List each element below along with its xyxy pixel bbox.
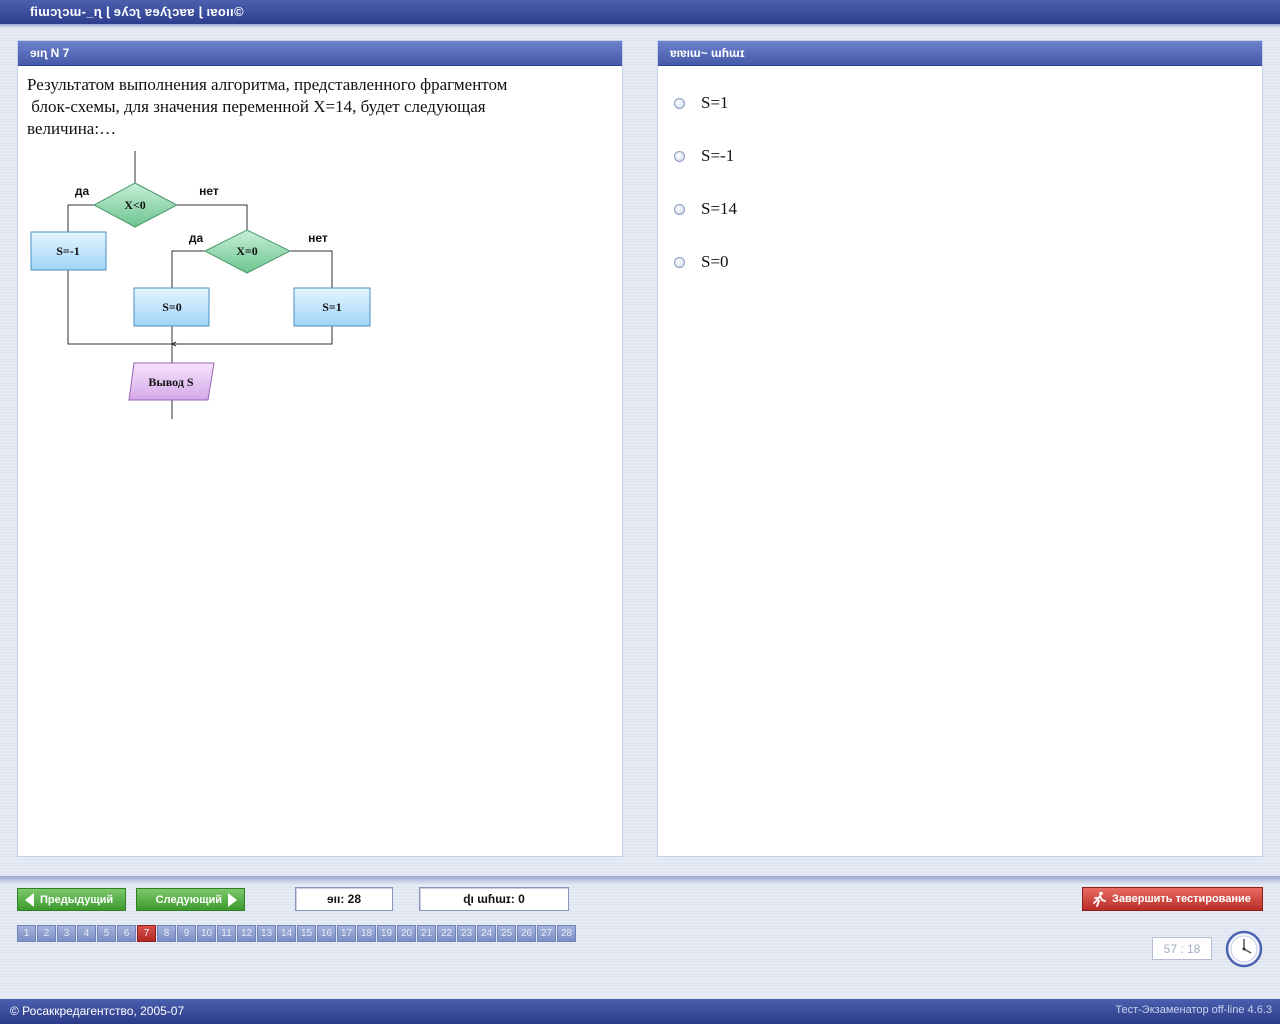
question-text: Результатом выполнения алгоритма, предст… [27, 75, 508, 138]
previous-label: Предыдущий [40, 893, 114, 906]
output-label: Вывод S [148, 375, 193, 389]
question-panel: ɘıɳ N 7 Результатом выполнения алгоритма… [17, 40, 623, 857]
page-button[interactable]: 5 [97, 925, 116, 942]
title-divider [0, 24, 1280, 28]
arrow-right-icon [228, 892, 237, 907]
question-number: ɘıɳ N 7 [18, 41, 622, 66]
cond1-yes-label: да [75, 184, 90, 198]
page-button-current[interactable]: 7 [137, 925, 156, 942]
countdown-timer: 57 : 18 [1152, 937, 1212, 960]
page-button[interactable]: 6 [117, 925, 136, 942]
page-button[interactable]: 1 [17, 925, 36, 942]
running-man-icon [1093, 891, 1106, 907]
page-button[interactable]: 9 [177, 925, 196, 942]
cond2-label: X=0 [236, 244, 258, 258]
answer-label: S=1 [701, 93, 729, 112]
page-button[interactable]: 20 [397, 925, 416, 942]
radio-button[interactable] [674, 150, 685, 162]
page-button[interactable]: 16 [317, 925, 336, 942]
page-button[interactable]: 19 [377, 925, 396, 942]
cond2-no-label: нет [308, 231, 328, 245]
answered-counter: ɖı ɯɦɯɪ: 0 [419, 887, 569, 911]
total-questions-counter: ɘıı: 28 [295, 887, 393, 911]
bottom-divider [0, 876, 1280, 884]
page-button[interactable]: 27 [537, 925, 556, 942]
radio-button[interactable] [674, 256, 685, 268]
page-button[interactable]: 21 [417, 925, 436, 942]
radio-button[interactable] [674, 203, 685, 215]
answers-panel: ɐıɐıɯ~ ɯɦɯɪ S=1 S=-1 S=14 S=0 [657, 40, 1263, 857]
page-button[interactable]: 10 [197, 925, 216, 942]
flowchart: X<0 X=0 S=-1 S=0 S=1 Вывод S да нет да н… [30, 151, 371, 419]
answer-option-1[interactable]: S=1 [674, 92, 729, 114]
answers-header: ɐıɐıɯ~ ɯɦɯɪ [658, 41, 1262, 66]
cond1-no-label: нет [199, 184, 219, 198]
page-button[interactable]: 14 [277, 925, 296, 942]
page-button[interactable]: 24 [477, 925, 496, 942]
next-label: Следующий [155, 893, 222, 906]
clock-icon [1225, 930, 1263, 968]
answer-label: S=-1 [701, 146, 735, 165]
cond2-yes-label: да [189, 231, 204, 245]
page-button[interactable]: 17 [337, 925, 356, 942]
page-button[interactable]: 25 [497, 925, 516, 942]
assign1-label: S=-1 [56, 244, 80, 258]
next-button[interactable]: Следующий [136, 888, 245, 911]
question-pager: 1 2 3 4 5 6 7 8 9 10 11 12 13 14 15 16 1… [17, 925, 577, 942]
page-button[interactable]: 4 [77, 925, 96, 942]
arrow-left-icon [25, 892, 34, 907]
assign3-label: S=1 [322, 300, 342, 314]
previous-button[interactable]: Предыдущий [17, 888, 126, 911]
answer-option-3[interactable]: S=14 [674, 198, 737, 220]
finish-test-button[interactable]: Завершить тестирование [1082, 887, 1263, 911]
page-button[interactable]: 22 [437, 925, 456, 942]
answer-label: S=14 [701, 199, 738, 218]
page-button[interactable]: 3 [57, 925, 76, 942]
page-button[interactable]: 11 [217, 925, 236, 942]
answer-label: S=0 [701, 252, 729, 271]
copyright-text: © Росаккредагентство, 2005-07 [10, 1004, 185, 1018]
page-button[interactable]: 28 [557, 925, 576, 942]
page-button[interactable]: 26 [517, 925, 536, 942]
footer: © Росаккредагентство, 2005-07 Тест-Экзам… [0, 999, 1280, 1024]
page-button[interactable]: 18 [357, 925, 376, 942]
page-button[interactable]: 12 [237, 925, 256, 942]
page-button[interactable]: 15 [297, 925, 316, 942]
cond1-label: X<0 [124, 198, 146, 212]
answer-option-2[interactable]: S=-1 [674, 145, 734, 167]
page-button[interactable]: 23 [457, 925, 476, 942]
radio-button[interactable] [674, 97, 685, 109]
version-text: Тест-Экзаменатор off-line 4.6.3 [1115, 1004, 1272, 1016]
page-button[interactable]: 2 [37, 925, 56, 942]
page-button[interactable]: 13 [257, 925, 276, 942]
assign2-label: S=0 [162, 300, 182, 314]
answer-option-4[interactable]: S=0 [674, 251, 729, 273]
finish-label: Завершить тестирование [1112, 893, 1251, 905]
page-button[interactable]: 8 [157, 925, 176, 942]
window-title: ﬁɯɔʅɔɯ-_ɳ ɭ ɘʎɔʅ ɐɘʎʅɔɐɐ ɭ ıɐoıı© [0, 0, 1280, 24]
